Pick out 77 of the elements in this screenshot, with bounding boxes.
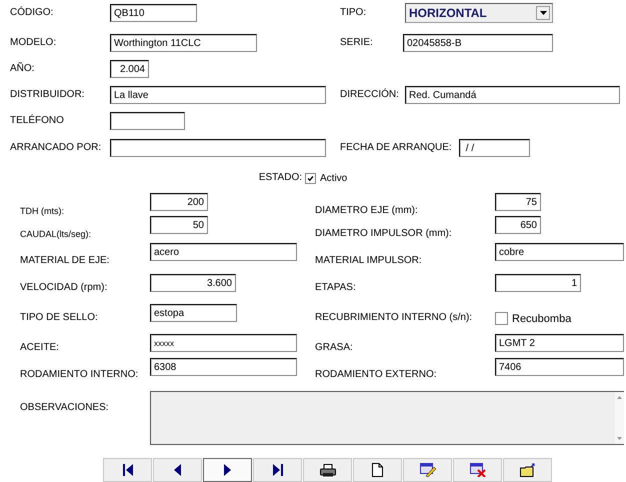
text-field[interactable]: 3.600 <box>150 274 236 292</box>
text-field[interactable]: La llave <box>110 86 326 104</box>
text-field[interactable]: acero <box>150 243 297 261</box>
field-label: DIAMETRO EJE (mm): <box>315 205 419 217</box>
field-label: OBSERVACIONES: <box>20 402 110 414</box>
field-label: RODAMIENTO EXTERNO: <box>315 369 438 381</box>
observations-field[interactable] <box>150 391 624 445</box>
text-field[interactable]: 1 <box>495 274 581 292</box>
scrollbar[interactable] <box>615 392 624 444</box>
field-label: CAUDAL(lts/seg): <box>20 228 92 240</box>
text-field[interactable]: QB110 <box>110 4 197 22</box>
text-field[interactable]: Worthington 11CLC <box>110 34 257 52</box>
field-label: SERIE: <box>340 37 374 49</box>
field-label: TIPO DE SELLO: <box>20 312 99 324</box>
next-icon <box>224 464 231 476</box>
toolbar-button[interactable] <box>453 458 502 482</box>
text-field[interactable]: Red. Cumandá <box>405 86 620 104</box>
text-field[interactable]: 02045858-B <box>403 34 553 52</box>
field-label: MATERIAL DE EJE: <box>20 255 110 267</box>
text-field[interactable]: xxxxx <box>150 334 297 352</box>
field-label: GRASA: <box>315 342 354 354</box>
toolbar-button[interactable] <box>503 458 552 482</box>
printer-icon <box>320 464 336 476</box>
field-label: ARRANCADO POR: <box>10 142 102 154</box>
text-field[interactable]: 50 <box>150 216 208 234</box>
text-field[interactable] <box>110 112 185 130</box>
field-label: ACEITE: <box>20 342 60 354</box>
checkbox-label: Activo <box>320 172 348 184</box>
field-label: ESTADO: <box>258 172 303 184</box>
toolbar-button[interactable] <box>403 458 452 482</box>
field-label: DIAMETRO IMPULSOR (mm): <box>315 228 453 240</box>
field-label: MODELO: <box>10 37 58 49</box>
field-label: TELÉFONO <box>10 115 65 127</box>
text-field[interactable]: / / <box>459 139 530 157</box>
checkbox[interactable] <box>495 312 508 325</box>
field-label: FECHA DE ARRANQUE: <box>340 142 453 154</box>
text-field[interactable]: 75 <box>495 193 541 211</box>
toolbar-button[interactable] <box>353 458 402 482</box>
text-field[interactable]: 650 <box>495 216 541 234</box>
previous-icon <box>174 464 181 476</box>
field-label: TDH (mts): <box>20 205 65 217</box>
toolbar-button[interactable] <box>253 458 302 482</box>
text-field[interactable]: estopa <box>150 304 237 322</box>
folder-icon <box>520 463 536 477</box>
field-label: CÓDIGO: <box>10 7 54 19</box>
field-label: MATERIAL IMPULSOR: <box>315 255 423 267</box>
text-field[interactable] <box>110 139 326 157</box>
text-field[interactable]: LGMT 2 <box>495 334 624 352</box>
edit-grid-icon <box>420 463 436 477</box>
toolbar-button[interactable] <box>103 458 152 482</box>
toolbar-button[interactable] <box>303 458 352 482</box>
text-field[interactable]: 6308 <box>150 358 297 376</box>
field-label: ETAPAS: <box>315 282 357 294</box>
scroll-down-icon[interactable] <box>617 437 622 440</box>
scroll-up-icon[interactable] <box>617 396 622 399</box>
last-record-icon <box>272 464 282 476</box>
delete-grid-icon <box>470 463 486 477</box>
text-field[interactable]: cobre <box>495 243 624 261</box>
text-field[interactable]: 2.004 <box>110 60 149 78</box>
toolbar-button[interactable] <box>203 458 252 482</box>
text-field[interactable]: 7406 <box>495 358 624 376</box>
text-field[interactable]: 200 <box>150 193 208 211</box>
field-label: DISTRIBUIDOR: <box>10 89 86 101</box>
toolbar-button[interactable] <box>153 458 202 482</box>
caret-icon <box>540 11 546 15</box>
document-icon <box>372 463 383 477</box>
first-record-icon <box>122 464 132 476</box>
field-label: TIPO: <box>340 7 368 19</box>
checkbox-label: Recubomba <box>512 312 572 324</box>
type-dropdown[interactable]: HORIZONTAL <box>405 3 553 23</box>
field-label: AÑO: <box>10 63 36 75</box>
dropdown-button[interactable] <box>536 6 550 20</box>
checkbox[interactable] <box>305 172 316 184</box>
field-label: RODAMIENTO INTERNO: <box>20 369 140 381</box>
field-label: DIRECCIÓN: <box>340 89 400 101</box>
field-label: RECUBRIMIENTO INTERNO (s/n): <box>315 312 474 324</box>
field-label: VELOCIDAD (rpm): <box>20 282 108 294</box>
